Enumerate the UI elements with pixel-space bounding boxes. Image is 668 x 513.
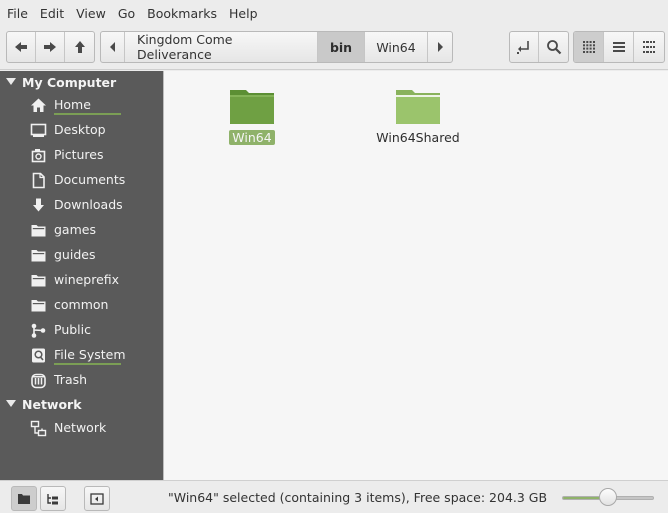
sidebar-item-documents[interactable]: Documents: [0, 168, 163, 192]
sidebar-item-desktop[interactable]: Desktop: [0, 118, 163, 142]
sidebar-item-label: Public: [54, 322, 91, 337]
chevron-left-icon: [109, 42, 115, 52]
sidebar-item-games[interactable]: games: [0, 218, 163, 242]
share-icon: [31, 323, 46, 338]
view-buttons: [573, 31, 665, 63]
drive-icon: [32, 348, 45, 363]
sidebar: My Computer Home Desktop Pictures Docume…: [0, 71, 163, 480]
trash-icon: [31, 373, 46, 389]
folder-icon: [230, 90, 274, 124]
tree-icon: [47, 493, 58, 504]
sidebar-section-network[interactable]: Network: [0, 393, 163, 415]
menu-go[interactable]: Go: [113, 6, 140, 21]
menubar: File Edit View Go Bookmarks Help: [0, 0, 668, 26]
folder-icon: [31, 300, 46, 312]
toolbar: Kingdom Come Deliverance bin Win64: [0, 26, 668, 70]
toggle-location-icon: [517, 41, 529, 54]
menu-view[interactable]: View: [71, 6, 111, 21]
search-icon: [546, 40, 561, 55]
folder-icon: [31, 250, 46, 262]
sidebar-item-label: Pictures: [54, 147, 104, 162]
sidebar-item-public[interactable]: Public: [0, 318, 163, 342]
list-view-button[interactable]: [604, 32, 634, 62]
sidebar-item-label: Desktop: [54, 122, 106, 137]
show-places-button[interactable]: [11, 486, 37, 511]
downloads-icon: [33, 198, 44, 212]
menu-help[interactable]: Help: [224, 6, 263, 21]
search-button[interactable]: [539, 32, 568, 62]
sidebar-item-pictures[interactable]: Pictures: [0, 143, 163, 167]
breadcrumb-item-active[interactable]: bin: [318, 32, 365, 62]
statusbar: "Win64" selected (containing 3 items), F…: [0, 480, 668, 513]
icon-view-icon: [582, 41, 595, 53]
menu-file[interactable]: File: [2, 6, 33, 21]
sidebar-item-network[interactable]: Network: [0, 416, 163, 440]
hide-sidebar-button[interactable]: [84, 486, 110, 511]
list-view-icon: [612, 42, 625, 52]
show-treeview-button[interactable]: [40, 486, 66, 511]
sidebar-item-common[interactable]: common: [0, 293, 163, 317]
sidebar-item-label: common: [54, 297, 109, 312]
desktop-icon: [30, 123, 47, 137]
nav-buttons: [6, 31, 95, 63]
network-icon: [30, 420, 47, 437]
back-button[interactable]: [7, 32, 36, 62]
sidebar-item-guides[interactable]: guides: [0, 243, 163, 267]
sidebar-toggle-icon: [90, 492, 104, 505]
sidebar-item-label: Downloads: [54, 197, 123, 212]
sidebar-item-label: games: [54, 222, 96, 237]
documents-icon: [32, 172, 45, 189]
menu-edit[interactable]: Edit: [35, 6, 69, 21]
breadcrumb-item[interactable]: Win64: [365, 32, 428, 62]
sidebar-item-wineprefix[interactable]: wineprefix: [0, 268, 163, 292]
disk-usage-bar: [54, 113, 121, 115]
breadcrumb-item[interactable]: Kingdom Come Deliverance: [125, 32, 318, 62]
back-icon: [15, 42, 27, 52]
expander-down-icon: [0, 400, 22, 408]
forward-icon: [44, 42, 56, 52]
sidebar-item-trash[interactable]: Trash: [0, 368, 163, 392]
file-name: Win64: [229, 130, 275, 145]
up-button[interactable]: [65, 32, 94, 62]
folder-icon: [18, 493, 30, 504]
sidebar-item-label: Home: [54, 97, 91, 112]
breadcrumb-right-button[interactable]: [428, 32, 452, 62]
file-item-win64[interactable]: Win64: [197, 86, 307, 145]
sidebar-item-label: File System: [54, 347, 126, 362]
zoom-slider-handle[interactable]: [599, 488, 617, 506]
sidebar-item-downloads[interactable]: Downloads: [0, 193, 163, 217]
icon-view-button[interactable]: [574, 32, 604, 62]
tool-buttons: [509, 31, 569, 63]
sidebar-item-label: Trash: [54, 372, 88, 387]
file-view[interactable]: Win64 Win64Shared: [163, 71, 668, 480]
sidebar-section-title: My Computer: [22, 74, 117, 90]
folder-icon: [396, 90, 440, 124]
compact-view-icon: [643, 41, 655, 53]
up-icon: [74, 41, 85, 53]
folder-icon: [31, 225, 46, 237]
breadcrumb-left-button[interactable]: [101, 32, 125, 62]
status-text: "Win64" selected (containing 3 items), F…: [168, 490, 548, 505]
breadcrumb: Kingdom Come Deliverance bin Win64: [100, 31, 453, 63]
chevron-right-icon: [438, 42, 443, 52]
sidebar-section-my-computer[interactable]: My Computer: [0, 71, 163, 93]
sidebar-item-label: guides: [54, 247, 96, 262]
sidebar-section-title: Network: [22, 396, 82, 412]
pictures-icon: [31, 149, 46, 163]
forward-button[interactable]: [36, 32, 65, 62]
sidebar-item-label: Documents: [54, 172, 126, 187]
toggle-location-button[interactable]: [510, 32, 539, 62]
menu-bookmarks[interactable]: Bookmarks: [142, 6, 222, 21]
file-item-win64shared[interactable]: Win64Shared: [363, 86, 473, 145]
file-name: Win64Shared: [376, 130, 460, 145]
expander-down-icon: [0, 78, 22, 86]
home-icon: [31, 98, 46, 112]
compact-view-button[interactable]: [634, 32, 664, 62]
sidebar-item-label: wineprefix: [54, 272, 120, 287]
folder-icon: [31, 275, 46, 287]
sidebar-item-label: Network: [54, 420, 107, 435]
disk-usage-bar: [54, 363, 121, 365]
